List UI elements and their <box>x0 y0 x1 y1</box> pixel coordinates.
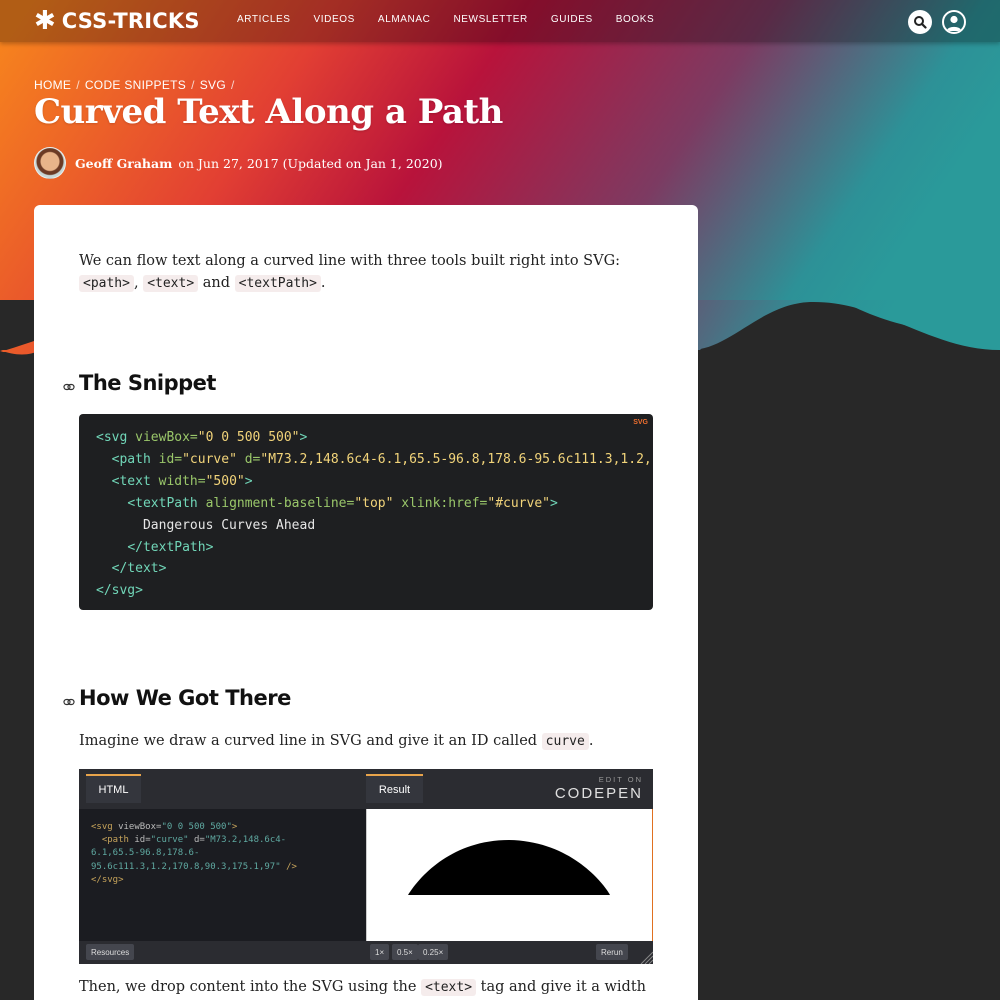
author-name[interactable]: Geoff Graham <box>75 156 172 171</box>
edit-on-label: EDIT ON <box>598 775 643 784</box>
code-language-label: SVG <box>633 419 648 426</box>
zoom-quarter-button[interactable]: 0.25× <box>418 944 449 960</box>
code-block: SVG <svg viewBox="0 0 500 500"> <path id… <box>79 414 653 610</box>
nav-almanac[interactable]: ALMANAC <box>378 14 431 25</box>
breadcrumb-code-snippets[interactable]: CODE SNIPPETS <box>85 78 186 92</box>
breadcrumb-svg[interactable]: SVG <box>200 78 226 92</box>
codepen-code-line: </svg> <box>91 874 124 885</box>
search-button[interactable] <box>908 10 932 34</box>
paragraph-text: Then, we drop content into the SVG using… <box>79 979 417 995</box>
search-icon <box>914 16 927 29</box>
site-logo[interactable]: ✱ CSS-TRICKS <box>34 8 200 34</box>
breadcrumb-separator: / <box>191 78 195 92</box>
paragraph-period: . <box>588 733 594 749</box>
codepen-html-pane[interactable]: <svg viewBox="0 0 500 500"> <path id="cu… <box>79 809 366 941</box>
intro-period: . <box>320 275 326 291</box>
anchor-link-icon[interactable] <box>63 696 75 708</box>
zoom-1x-button[interactable]: 1× <box>370 944 390 960</box>
breadcrumb-separator: / <box>231 78 235 92</box>
codepen-code-line: <path id="curve" d="M73.2,148.6c4- <box>101 835 287 846</box>
code-line: </textPath> <box>127 539 214 555</box>
user-icon <box>946 15 962 31</box>
site-logo-text: CSS-TRICKS <box>61 9 200 33</box>
resize-handle-icon[interactable] <box>639 950 653 964</box>
edit-on-codepen-link[interactable]: EDIT ON CODEPEN <box>555 775 643 802</box>
publish-date: on Jun 27, 2017 (Updated on Jan 1, 2020) <box>178 155 443 171</box>
author-avatar[interactable] <box>34 147 66 179</box>
paragraph-curve: Imagine we draw a curved line in SVG and… <box>79 730 659 753</box>
nav-videos[interactable]: VIDEOS <box>314 14 355 25</box>
tab-html[interactable]: HTML <box>86 774 141 803</box>
nav-articles[interactable]: ARTICLES <box>237 14 291 25</box>
intro-text: We can flow text along a curved line wit… <box>79 253 621 269</box>
codepen-footer: Resources 1× 0.5× 0.25× Rerun <box>79 941 653 964</box>
code-line: Dangerous Curves Ahead <box>142 517 316 533</box>
curve-shape <box>408 840 610 895</box>
codepen-code-line: 95.6c111.3,1.2,170.8,90.3,175.1,97" /> <box>91 861 297 872</box>
codepen-code: <svg viewBox="0 0 500 500"> <path id="cu… <box>91 821 297 887</box>
account-button[interactable] <box>942 10 966 34</box>
inline-code-textpath: <textPath> <box>234 275 321 292</box>
nav-books[interactable]: BOOKS <box>616 14 655 25</box>
article-card: We can flow text along a curved line wit… <box>34 205 698 1000</box>
asterisk-logo-icon: ✱ <box>34 6 56 36</box>
intro-comma: , <box>133 275 139 291</box>
codepen-embed: HTML Result EDIT ON CODEPEN <svg viewBox… <box>79 769 653 964</box>
code-line: <text width="500"> <box>111 473 253 489</box>
breadcrumb-home[interactable]: HOME <box>34 78 71 92</box>
byline: Geoff Graham on Jun 27, 2017 (Updated on… <box>34 147 443 179</box>
intro-paragraph: We can flow text along a curved line wit… <box>79 250 659 295</box>
nav-guides[interactable]: GUIDES <box>551 14 593 25</box>
page-title: Curved Text Along a Path <box>34 92 503 132</box>
top-navigation: ✱ CSS-TRICKS ARTICLES VIDEOS ALMANAC NEW… <box>0 0 1000 42</box>
code-line: <textPath alignment-baseline="top" xlink… <box>127 495 558 511</box>
code-line: <svg viewBox="0 0 500 500"> <box>96 430 308 445</box>
breadcrumb-separator: / <box>76 78 80 92</box>
rerun-button[interactable]: Rerun <box>596 944 628 960</box>
nav-links: ARTICLES VIDEOS ALMANAC NEWSLETTER GUIDE… <box>237 14 677 25</box>
inline-code-path: <path> <box>79 275 134 292</box>
codepen-code-line: 6.1,65.5-96.8,178.6- <box>91 848 200 859</box>
paragraph-text: Imagine we draw a curved line in SVG and… <box>79 733 538 749</box>
codepen-header: HTML Result EDIT ON CODEPEN <box>79 769 653 809</box>
codepen-brand: CODEPEN <box>554 785 643 802</box>
inline-code-text: <text> <box>143 275 199 292</box>
inline-code-text-tag: <text> <box>421 979 477 996</box>
heading-how-we-got-there: How We Got There <box>79 686 291 710</box>
intro-and: and <box>202 275 231 291</box>
inline-code-curve: curve <box>541 733 589 750</box>
tab-result[interactable]: Result <box>366 774 423 803</box>
code-line: <path id="curve" d="M73.2,148.6c4-6.1,65… <box>111 451 653 467</box>
nav-newsletter[interactable]: NEWSLETTER <box>453 14 527 25</box>
paragraph-text-tag: Then, we drop content into the SVG using… <box>79 976 659 1000</box>
code-line: </svg> <box>96 583 143 599</box>
breadcrumb: HOME / CODE SNIPPETS / SVG / <box>34 78 235 92</box>
code-line: </text> <box>111 561 167 577</box>
codepen-code-line: <svg viewBox="0 0 500 500"> <box>91 822 238 832</box>
codepen-result-pane[interactable] <box>366 809 653 941</box>
code-lines: <svg viewBox="0 0 500 500"> <path id="cu… <box>96 427 653 602</box>
anchor-link-icon[interactable] <box>63 381 75 393</box>
resources-button[interactable]: Resources <box>86 944 135 960</box>
heading-the-snippet: The Snippet <box>79 371 216 395</box>
zoom-half-button[interactable]: 0.5× <box>392 944 418 960</box>
